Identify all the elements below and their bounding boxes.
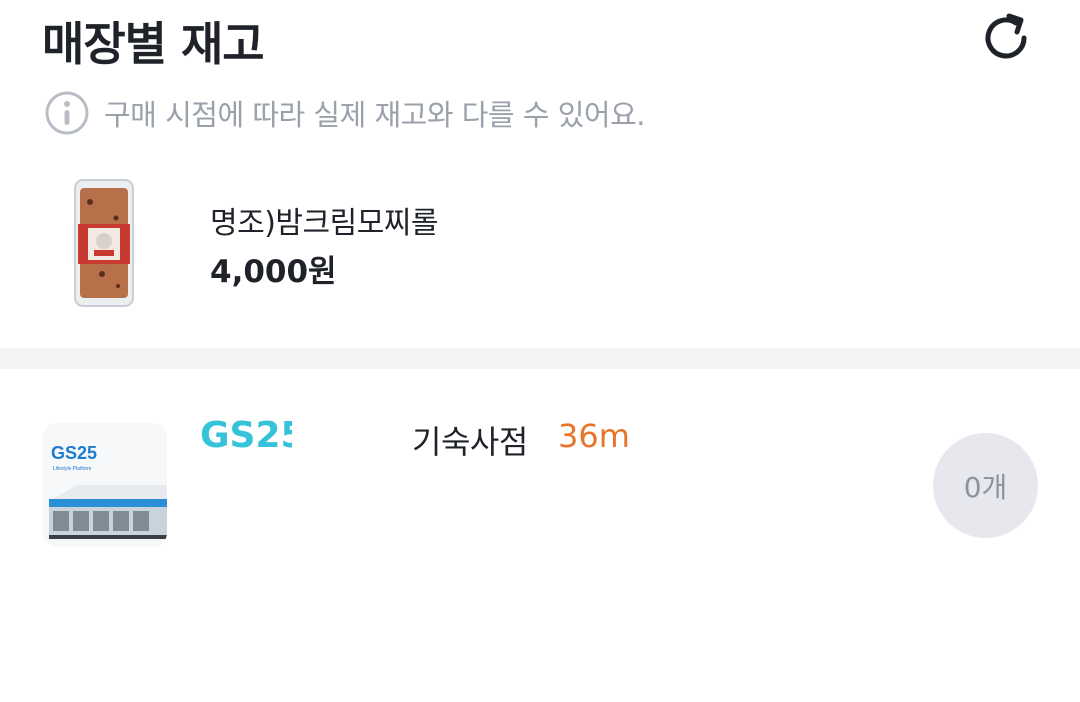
notice-text: 구매 시점에 따라 실제 재고와 다를 수 있어요. [104, 98, 646, 132]
stock-count-badge: 0개 [933, 433, 1038, 538]
section-divider [0, 348, 1080, 369]
stock-count: 0개 [963, 470, 1008, 504]
redaction-mark [196, 465, 916, 583]
product-image [74, 179, 134, 307]
store-inventory-page: 매장별 재고 구매 시점에 따라 실제 재고와 다를 수 있어요. 명조)밤크림… [0, 0, 1080, 702]
store-branch-name: 기숙사점 [412, 423, 528, 461]
svg-text:GS25: GS25 [51, 443, 97, 463]
svg-text:Lifestyle Platform: Lifestyle Platform [53, 466, 91, 472]
refresh-icon [985, 13, 1027, 59]
product-summary: 명조)밤크림모찌롤 4,000원 [0, 178, 1080, 310]
inventory-notice: 구매 시점에 따라 실제 재고와 다를 수 있어요. [44, 90, 646, 136]
store-brand: GS25 [200, 415, 306, 456]
product-price: 4,000원 [210, 254, 337, 290]
info-icon [45, 91, 89, 135]
gs25-storefront-image: GS25 Lifestyle Platform [43, 423, 167, 547]
product-name: 명조)밤크림모찌롤 [210, 206, 439, 241]
store-distance: 36m [558, 417, 630, 455]
refresh-button[interactable] [976, 8, 1036, 68]
store-logo: GS25 Lifestyle Platform [43, 423, 167, 547]
store-list-item[interactable]: GS25 Lifestyle Platform GS25 기숙사점 36m 0개 [0, 369, 1080, 702]
page-title: 매장별 재고 [42, 17, 265, 71]
